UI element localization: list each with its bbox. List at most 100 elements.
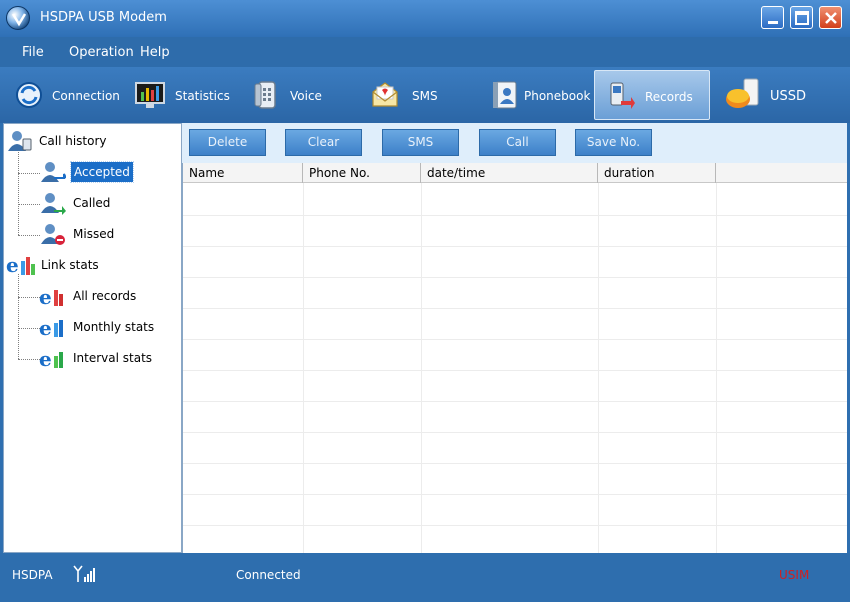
tree-node-interval-stats[interactable]: e Interval stats — [38, 346, 168, 371]
all-records-icon: e — [38, 284, 66, 309]
column-header-phone[interactable]: Phone No. — [303, 163, 421, 183]
toolbar-connection[interactable]: Connection — [8, 70, 120, 120]
close-button[interactable] — [819, 6, 842, 29]
column-header-duration[interactable]: duration — [598, 163, 716, 183]
table-row[interactable] — [183, 308, 847, 309]
table-row[interactable] — [183, 339, 847, 340]
tree-connector — [18, 235, 40, 236]
statistics-icon — [134, 80, 165, 110]
toolbar-ussd[interactable]: USSD — [720, 70, 820, 120]
toolbar-statistics[interactable]: Statistics — [128, 70, 230, 120]
svg-text:e: e — [39, 316, 52, 339]
tree-label-all-records: All records — [73, 289, 137, 303]
toolbar-ussd-label: USSD — [770, 89, 807, 104]
tree-label-link-stats: Link stats — [41, 258, 99, 272]
signal-strength-icon — [73, 565, 97, 586]
minimize-button[interactable] — [761, 6, 784, 29]
table-row[interactable] — [183, 494, 847, 495]
table-header: Name Phone No. date/time duration — [183, 163, 847, 183]
call-button[interactable]: Call — [479, 129, 556, 156]
column-divider — [303, 183, 304, 553]
status-bar: HSDPA Connected USIM — [0, 553, 850, 602]
network-type: HSDPA — [12, 568, 53, 582]
menu-help[interactable]: Help — [140, 45, 170, 60]
action-bar: Delete Clear SMS Call Save No. — [182, 123, 847, 163]
table-row[interactable] — [183, 246, 847, 247]
connection-status: Connected — [236, 568, 301, 582]
toolbar-connection-label: Connection — [52, 89, 120, 103]
navigation-tree: Call history Accepted Called Missed e Li… — [3, 123, 182, 553]
clear-button[interactable]: Clear — [285, 129, 362, 156]
tree-connector — [18, 150, 19, 235]
menu-file[interactable]: File — [22, 45, 44, 60]
toolbar-records-label: Records — [645, 90, 693, 104]
title-bar[interactable]: HSDPA USB Modem — [0, 0, 850, 37]
tree-label-missed: Missed — [73, 227, 115, 241]
tree-connector — [18, 359, 40, 360]
window-title: HSDPA USB Modem — [40, 10, 167, 25]
phonebook-icon — [490, 80, 520, 110]
missed-call-icon — [38, 222, 66, 246]
svg-text:e: e — [39, 285, 52, 308]
tree-node-link-stats[interactable]: e Link stats — [4, 253, 174, 277]
sim-status: USIM — [779, 568, 810, 582]
tree-connector — [18, 274, 19, 359]
save-number-button[interactable]: Save No. — [575, 129, 652, 156]
delete-button[interactable]: Delete — [189, 129, 266, 156]
sms-button[interactable]: SMS — [382, 129, 459, 156]
column-header-name[interactable]: Name — [183, 163, 303, 183]
table-row[interactable] — [183, 432, 847, 433]
records-table[interactable]: Name Phone No. date/time duration — [182, 163, 847, 553]
toolbar-phonebook[interactable]: Phonebook — [484, 70, 590, 120]
menu-bar: File Operation Help — [0, 37, 850, 67]
svg-text:e: e — [39, 347, 52, 370]
menu-operation[interactable]: Operation — [69, 45, 134, 60]
maximize-button[interactable] — [790, 6, 813, 29]
tree-connector — [18, 328, 40, 329]
toolbar-statistics-label: Statistics — [175, 89, 230, 103]
tree-node-monthly-stats[interactable]: e Monthly stats — [38, 315, 168, 340]
tree-label-monthly-stats: Monthly stats — [73, 320, 155, 334]
toolbar-records[interactable]: Records — [594, 70, 710, 120]
tree-connector — [18, 204, 40, 205]
monthly-stats-icon: e — [38, 315, 66, 340]
table-row[interactable] — [183, 370, 847, 371]
column-divider — [598, 183, 599, 553]
tree-label-called: Called — [73, 196, 111, 210]
table-row[interactable] — [183, 215, 847, 216]
tree-node-called[interactable]: Called — [38, 191, 148, 215]
ussd-icon — [724, 76, 760, 112]
app-globe-icon — [6, 6, 30, 30]
tree-label-accepted: Accepted — [70, 161, 134, 183]
tree-node-accepted[interactable]: Accepted — [38, 160, 148, 184]
toolbar-voice[interactable]: Voice — [245, 70, 335, 120]
interval-stats-icon: e — [38, 346, 66, 371]
link-stats-icon: e — [5, 253, 37, 277]
tree-node-all-records[interactable]: e All records — [38, 284, 168, 309]
column-divider — [421, 183, 422, 553]
tree-node-missed[interactable]: Missed — [38, 222, 148, 246]
tree-label-call-history: Call history — [39, 134, 107, 148]
tree-connector — [18, 297, 40, 298]
tree-connector — [18, 173, 40, 174]
table-row[interactable] — [183, 525, 847, 526]
accepted-call-icon — [38, 160, 67, 184]
svg-text:e: e — [6, 253, 19, 277]
toolbar-voice-label: Voice — [290, 89, 322, 103]
call-history-icon — [5, 129, 33, 153]
envelope-icon — [370, 80, 400, 110]
connection-icon — [14, 80, 44, 110]
table-row[interactable] — [183, 463, 847, 464]
column-header-datetime[interactable]: date/time — [421, 163, 598, 183]
column-divider — [716, 183, 717, 553]
called-icon — [38, 191, 66, 215]
app-window: HSDPA USB Modem File Operation Help Conn… — [0, 0, 850, 602]
tree-label-interval-stats: Interval stats — [73, 351, 153, 365]
toolbar-phonebook-label: Phonebook — [524, 89, 591, 103]
tree-node-call-history[interactable]: Call history — [4, 129, 174, 153]
toolbar-sms[interactable]: SMS — [364, 70, 454, 120]
table-row[interactable] — [183, 277, 847, 278]
records-icon — [607, 81, 637, 111]
toolbar-sms-label: SMS — [412, 89, 438, 103]
table-row[interactable] — [183, 401, 847, 402]
